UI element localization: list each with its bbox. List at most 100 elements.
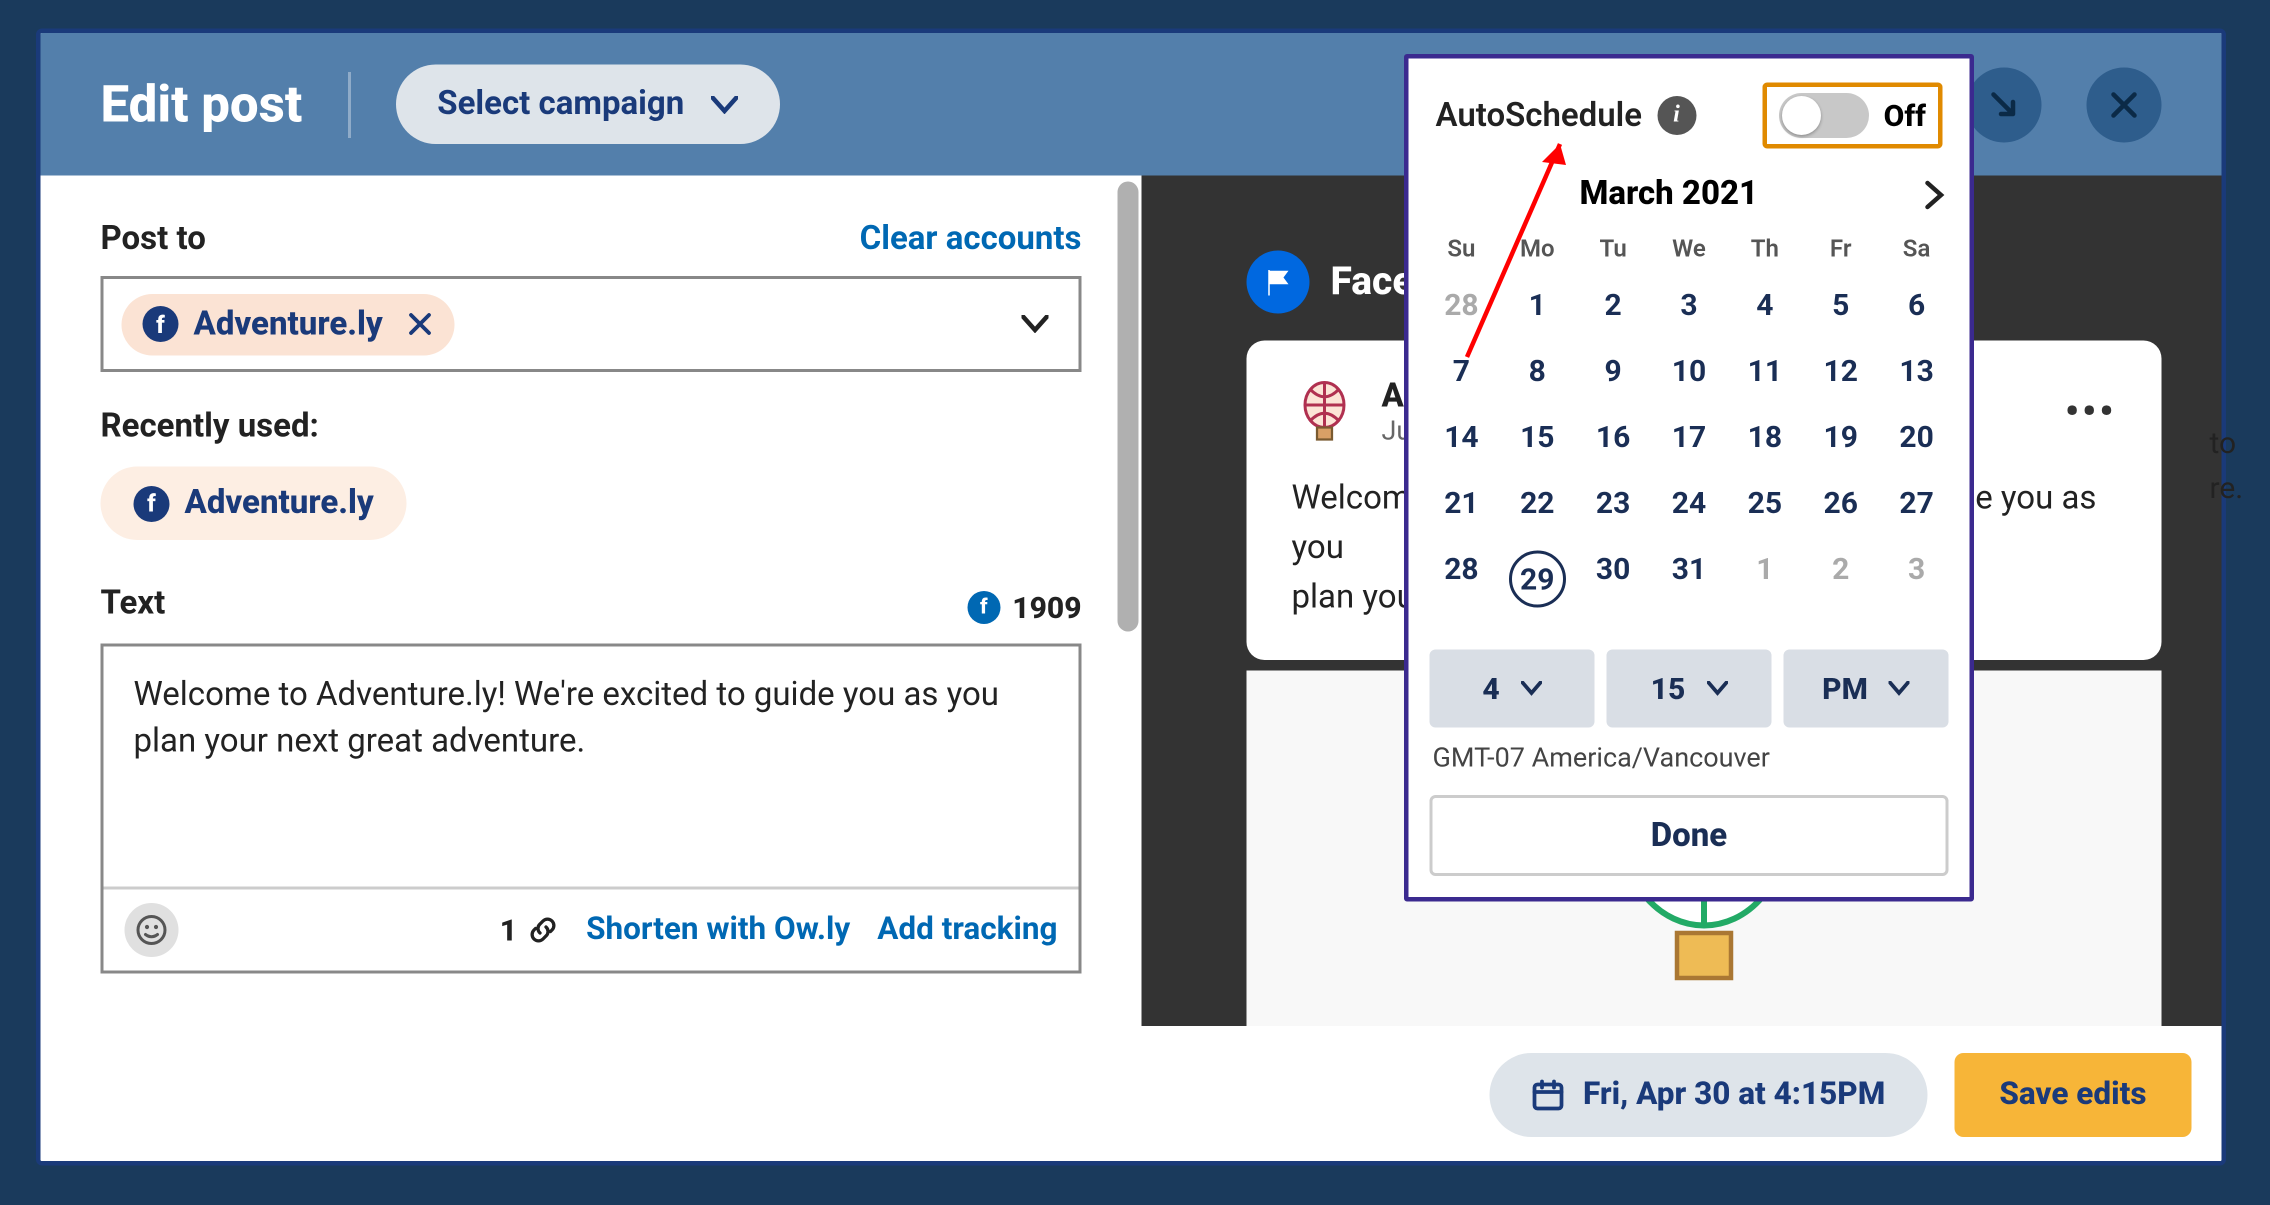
facebook-icon: f: [967, 591, 1000, 624]
calendar-dow: Fr: [1803, 225, 1879, 272]
calendar-day[interactable]: 15: [1499, 404, 1575, 470]
save-edits-button[interactable]: Save edits: [1954, 1052, 2191, 1136]
calendar-day[interactable]: 12: [1803, 338, 1879, 404]
calendar-day[interactable]: 9: [1575, 338, 1651, 404]
calendar-header: March 2021: [1409, 167, 1970, 226]
clear-accounts-link[interactable]: Clear accounts: [860, 221, 1082, 259]
calendar-day[interactable]: 14: [1424, 404, 1500, 470]
shorten-link[interactable]: Shorten with Ow.ly: [586, 912, 850, 948]
calendar-day[interactable]: 26: [1803, 470, 1879, 536]
calendar-day[interactable]: 21: [1424, 470, 1500, 536]
calendar-day[interactable]: 19: [1803, 404, 1879, 470]
done-button[interactable]: Done: [1430, 795, 1949, 876]
facebook-icon: f: [134, 485, 170, 521]
calendar-day[interactable]: 30: [1575, 536, 1651, 623]
recent-account-chip[interactable]: f Adventure.ly: [101, 467, 407, 541]
calendar-day[interactable]: 28: [1424, 536, 1500, 623]
network-badge: [1247, 251, 1310, 314]
calendar-dow: Tu: [1575, 225, 1651, 272]
calendar-day[interactable]: 13: [1879, 338, 1955, 404]
facebook-icon: f: [143, 306, 179, 342]
calendar-day: 28: [1424, 272, 1500, 338]
calendar-dow: Sa: [1879, 225, 1955, 272]
calendar-day[interactable]: 5: [1803, 272, 1879, 338]
account-chip-label: Adventure.ly: [194, 305, 383, 343]
calendar-day[interactable]: 16: [1575, 404, 1651, 470]
flag-icon: [1262, 266, 1295, 299]
calendar-day[interactable]: 6: [1879, 272, 1955, 338]
next-month-button[interactable]: [1925, 179, 1946, 209]
account-dropdown-toggle[interactable]: [1022, 315, 1049, 333]
autoschedule-toggle[interactable]: [1779, 93, 1869, 138]
calendar-day[interactable]: 22: [1499, 470, 1575, 536]
remove-account-button[interactable]: [407, 311, 434, 338]
calendar-day[interactable]: 4: [1727, 272, 1803, 338]
link-count: 1: [500, 912, 559, 948]
select-campaign-label: Select campaign: [437, 86, 684, 124]
calendar-day: 2: [1803, 536, 1879, 623]
calendar-day[interactable]: 2: [1575, 272, 1651, 338]
select-campaign-button[interactable]: Select campaign: [395, 65, 780, 145]
calendar-dow: Mo: [1499, 225, 1575, 272]
calendar-day[interactable]: 23: [1575, 470, 1651, 536]
chevron-down-icon: [1521, 681, 1542, 696]
autoschedule-toggle-highlight: Off: [1762, 83, 1942, 149]
scrollbar[interactable]: [1118, 182, 1139, 632]
avatar: [1292, 380, 1358, 446]
preview-more-button[interactable]: •••: [2065, 390, 2117, 435]
calendar-day[interactable]: 31: [1651, 536, 1727, 623]
hour-select[interactable]: 4: [1430, 650, 1595, 728]
calendar-day[interactable]: 1: [1499, 272, 1575, 338]
arrow-down-right-icon: [1988, 88, 2021, 121]
calendar-day[interactable]: 17: [1651, 404, 1727, 470]
autoschedule-state: Off: [1884, 98, 1926, 134]
emoji-icon: [135, 914, 168, 947]
account-selector[interactable]: f Adventure.ly: [101, 276, 1082, 372]
timezone-label: GMT-07 America/Vancouver: [1409, 737, 1970, 796]
close-button[interactable]: [2087, 67, 2162, 142]
close-icon: [407, 311, 434, 338]
calendar-dow: Th: [1727, 225, 1803, 272]
account-chip: f Adventure.ly: [122, 293, 455, 355]
modal-footer: Fri, Apr 30 at 4:15PM Save edits: [41, 1026, 2222, 1161]
calendar-day[interactable]: 3: [1651, 272, 1727, 338]
divider: [347, 71, 350, 137]
chevron-down-icon: [711, 95, 738, 113]
emoji-button[interactable]: [125, 903, 179, 957]
close-icon: [2108, 88, 2141, 121]
calendar-day[interactable]: 11: [1727, 338, 1803, 404]
calendar-grid: SuMoTuWeThFrSa28123456789101112131415161…: [1409, 225, 1970, 635]
calendar-day[interactable]: 7: [1424, 338, 1500, 404]
calendar-day[interactable]: 10: [1651, 338, 1727, 404]
ampm-select[interactable]: PM: [1784, 650, 1949, 728]
calendar-day[interactable]: 20: [1879, 404, 1955, 470]
schedule-time-button[interactable]: Fri, Apr 30 at 4:15PM: [1490, 1052, 1927, 1136]
minute-select[interactable]: 15: [1607, 650, 1772, 728]
info-icon[interactable]: i: [1657, 96, 1696, 135]
compose-pane: Post to Clear accounts f Adventure.ly: [41, 176, 1142, 1027]
chevron-down-icon: [1022, 315, 1049, 333]
calendar-day[interactable]: 27: [1879, 470, 1955, 536]
chevron-right-icon: [1925, 179, 1946, 209]
chevron-down-icon: [1706, 681, 1727, 696]
text-toolbar: 1 Shorten with Ow.ly Add tracking: [104, 887, 1079, 971]
post-to-label: Post to: [101, 221, 206, 259]
add-tracking-link[interactable]: Add tracking: [877, 912, 1057, 948]
modal-title: Edit post: [101, 74, 303, 134]
minimize-button[interactable]: [1967, 67, 2042, 142]
calendar-day: 1: [1727, 536, 1803, 623]
calendar-month-label: March 2021: [1580, 176, 1759, 214]
char-counter: 1909: [1012, 590, 1081, 626]
calendar-day[interactable]: 24: [1651, 470, 1727, 536]
schedule-popover: AutoSchedule i Off March 2021 SuMoTuWeTh…: [1404, 54, 1974, 902]
post-text-input[interactable]: Welcome to Adventure.ly! We're excited t…: [104, 647, 1079, 887]
calendar-day[interactable]: 29: [1499, 536, 1575, 623]
calendar-dow: We: [1651, 225, 1727, 272]
calendar-day[interactable]: 18: [1727, 404, 1803, 470]
calendar-day: 3: [1879, 536, 1955, 623]
calendar-day[interactable]: 8: [1499, 338, 1575, 404]
text-box: Welcome to Adventure.ly! We're excited t…: [101, 644, 1082, 974]
text-label: Text: [101, 585, 166, 623]
calendar-day[interactable]: 25: [1727, 470, 1803, 536]
autoschedule-label: AutoSchedule: [1436, 97, 1642, 135]
